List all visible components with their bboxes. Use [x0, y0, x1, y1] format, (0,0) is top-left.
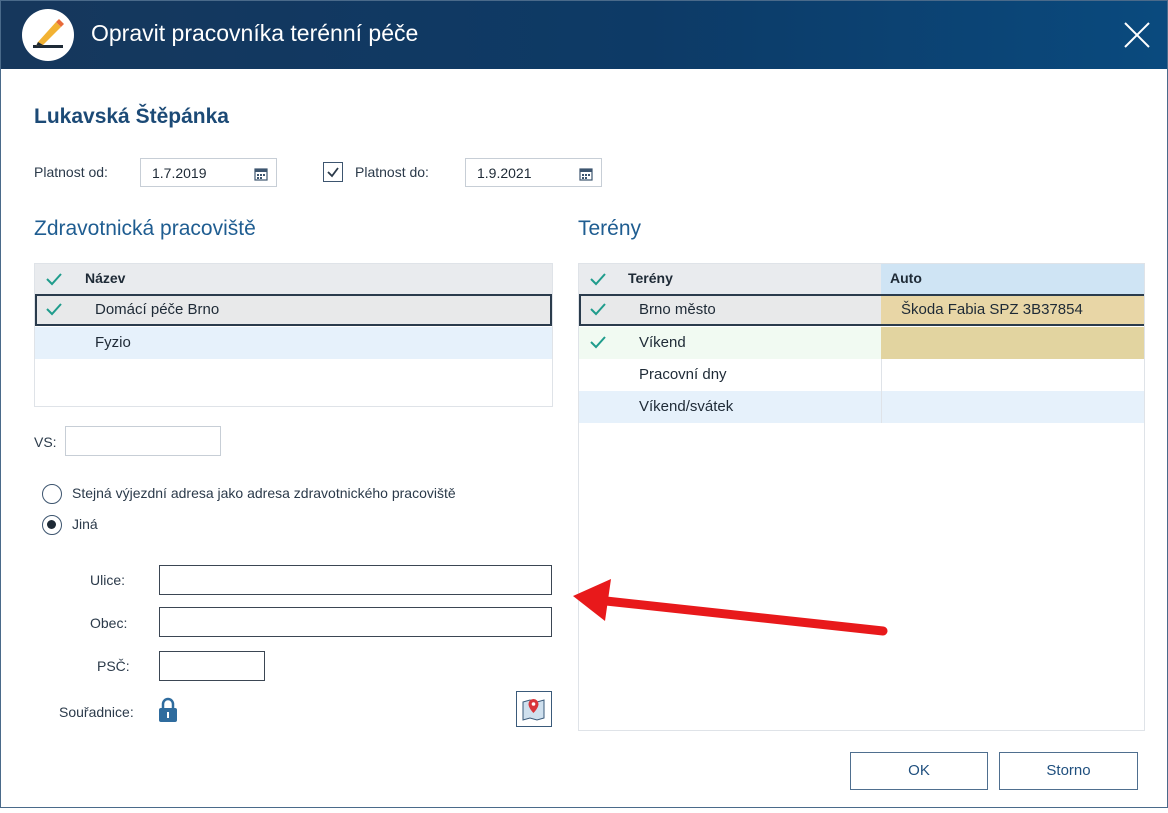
checkmark-icon[interactable] — [589, 271, 607, 287]
table-row[interactable]: Víkend — [579, 327, 1144, 359]
vs-input[interactable] — [65, 426, 221, 456]
terrain-name: Pracovní dny — [639, 366, 727, 383]
checkmark-icon[interactable] — [45, 301, 63, 317]
person-name: Lukavská Štěpánka — [34, 105, 229, 128]
valid-to-label: Platnost do: — [355, 164, 429, 180]
terrain-name: Víkend — [639, 334, 686, 351]
same-address-label: Stejná výjezdní adresa jako adresa zdrav… — [72, 485, 456, 501]
terrain-name: Brno město — [639, 301, 716, 318]
table-row[interactable]: Fyzio — [35, 327, 552, 359]
car-cell-bg[interactable] — [881, 327, 1144, 359]
terrain-car[interactable]: Škoda Fabia SPZ 3B37854 — [901, 294, 1083, 326]
checkmark-icon[interactable] — [45, 271, 63, 287]
valid-to-checkbox[interactable] — [323, 162, 343, 182]
column-header-name[interactable]: Název — [85, 264, 125, 294]
terrains-grid-header: Terény Auto — [579, 264, 1144, 294]
workplace-name: Fyzio — [95, 334, 131, 351]
workplaces-grid: Název Domácí péče Brno Fyzio — [34, 263, 553, 407]
column-divider — [881, 391, 882, 423]
calendar-icon[interactable] — [579, 166, 593, 185]
annotation-arrow-icon — [573, 579, 888, 636]
street-label: Ulice: — [90, 572, 126, 588]
workplaces-grid-header: Název — [35, 264, 552, 294]
title-bar: Opravit pracovníka terénní péče — [1, 1, 1167, 69]
column-header-terrains[interactable]: Terény — [628, 264, 673, 294]
terrain-name: Víkend/svátek — [639, 398, 734, 415]
map-location-button[interactable] — [516, 691, 552, 727]
zip-label: PSČ: — [97, 658, 130, 674]
column-header-car[interactable]: Auto — [890, 264, 922, 294]
table-row[interactable]: Brno město Škoda Fabia SPZ 3B37854 — [579, 294, 1144, 326]
radio-selected-dot — [47, 520, 56, 529]
coordinates-label: Souřadnice: — [59, 704, 134, 720]
checkmark-icon[interactable] — [589, 301, 607, 317]
other-address-radio[interactable] — [42, 515, 62, 535]
column-divider — [881, 359, 882, 391]
city-label: Obec: — [90, 615, 128, 631]
valid-from-value: 1.7.2019 — [152, 165, 207, 181]
checkmark-icon[interactable] — [589, 334, 607, 350]
dialog-title: Opravit pracovníka terénní péče — [91, 20, 419, 46]
workplaces-section-title: Zdravotnická pracoviště — [34, 217, 256, 240]
table-row[interactable]: Víkend/svátek — [579, 391, 1144, 423]
workplace-name: Domácí péče Brno — [95, 301, 220, 318]
calendar-icon[interactable] — [254, 166, 268, 185]
street-input[interactable] — [159, 565, 552, 595]
zip-input[interactable] — [159, 651, 265, 681]
edit-worker-dialog: Opravit pracovníka terénní péče Lukavská… — [0, 0, 1168, 808]
terrains-section-title: Terény — [578, 217, 642, 240]
ok-button[interactable]: OK — [850, 752, 988, 790]
table-row[interactable]: Domácí péče Brno — [35, 294, 552, 326]
same-address-radio[interactable] — [42, 484, 62, 504]
lock-icon[interactable] — [158, 697, 178, 723]
valid-from-date-field[interactable]: 1.7.2019 — [140, 158, 277, 187]
terrains-grid: Terény Auto Brno město Škoda Fabia SPZ 3… — [578, 263, 1145, 731]
valid-to-value: 1.9.2021 — [477, 165, 532, 181]
checkmark-icon — [327, 167, 339, 178]
valid-to-date-field[interactable]: 1.9.2021 — [465, 158, 602, 187]
close-icon[interactable] — [1117, 15, 1157, 55]
map-pin-icon — [522, 699, 545, 721]
other-address-label: Jiná — [72, 516, 98, 532]
pencil-edit-icon — [22, 9, 74, 61]
cancel-button[interactable]: Storno — [999, 752, 1138, 790]
table-row[interactable]: Pracovní dny — [579, 359, 1144, 391]
city-input[interactable] — [159, 607, 552, 637]
vs-label: VS: — [34, 434, 57, 450]
valid-from-label: Platnost od: — [34, 164, 108, 180]
